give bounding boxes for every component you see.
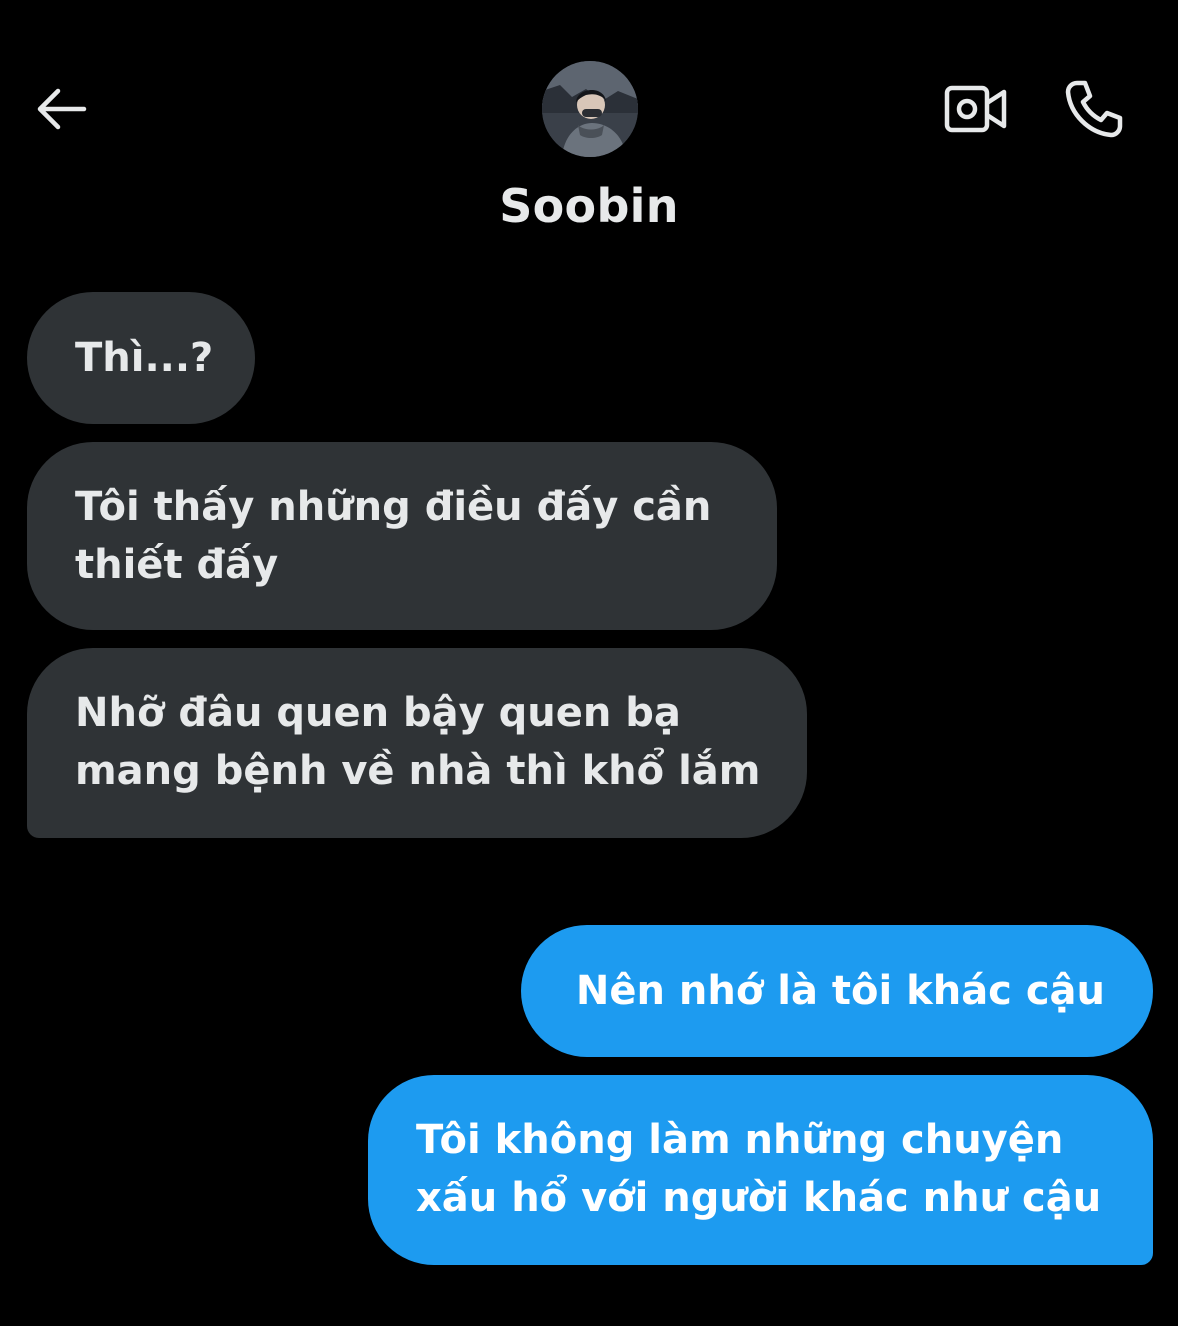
video-call-button[interactable] [938, 76, 1014, 142]
message-text: mang bệnh về nhà thì khổ lắm [75, 748, 761, 794]
message-bubble-outgoing[interactable]: Nên nhớ là tôi khác cậu [521, 925, 1153, 1057]
message-bubble-incoming[interactable]: Tôi thấy những điều đấy cần thiết đấy [27, 442, 777, 630]
arrow-left-icon [37, 88, 87, 130]
message-text: Tôi thấy những điều đấy cần [75, 484, 712, 530]
message-bubble-outgoing[interactable]: Tôi không làm những chuyện xấu hổ với ng… [368, 1075, 1153, 1265]
message-bubble-incoming[interactable]: Nhỡ đâu quen bậy quen bạ mang bệnh về nh… [27, 648, 807, 838]
message-text: xấu hổ với người khác như cậu [416, 1175, 1102, 1221]
message-text: thiết đấy [75, 542, 279, 588]
message-bubble-incoming[interactable]: Thì...? [27, 292, 255, 424]
message-text: Thì...? [75, 335, 214, 381]
avatar[interactable] [542, 61, 638, 157]
phone-icon [1065, 80, 1123, 138]
message-text: Nên nhớ là tôi khác cậu [575, 968, 1105, 1014]
message-text: Tôi không làm những chuyện [416, 1117, 1064, 1163]
avatar-photo [542, 61, 638, 157]
voice-call-button[interactable] [1056, 72, 1132, 146]
message-text: Nhỡ đâu quen bậy quen bạ [75, 690, 681, 736]
video-camera-icon [944, 85, 1007, 133]
back-button[interactable] [28, 78, 94, 140]
contact-name: Soobin [499, 179, 679, 233]
